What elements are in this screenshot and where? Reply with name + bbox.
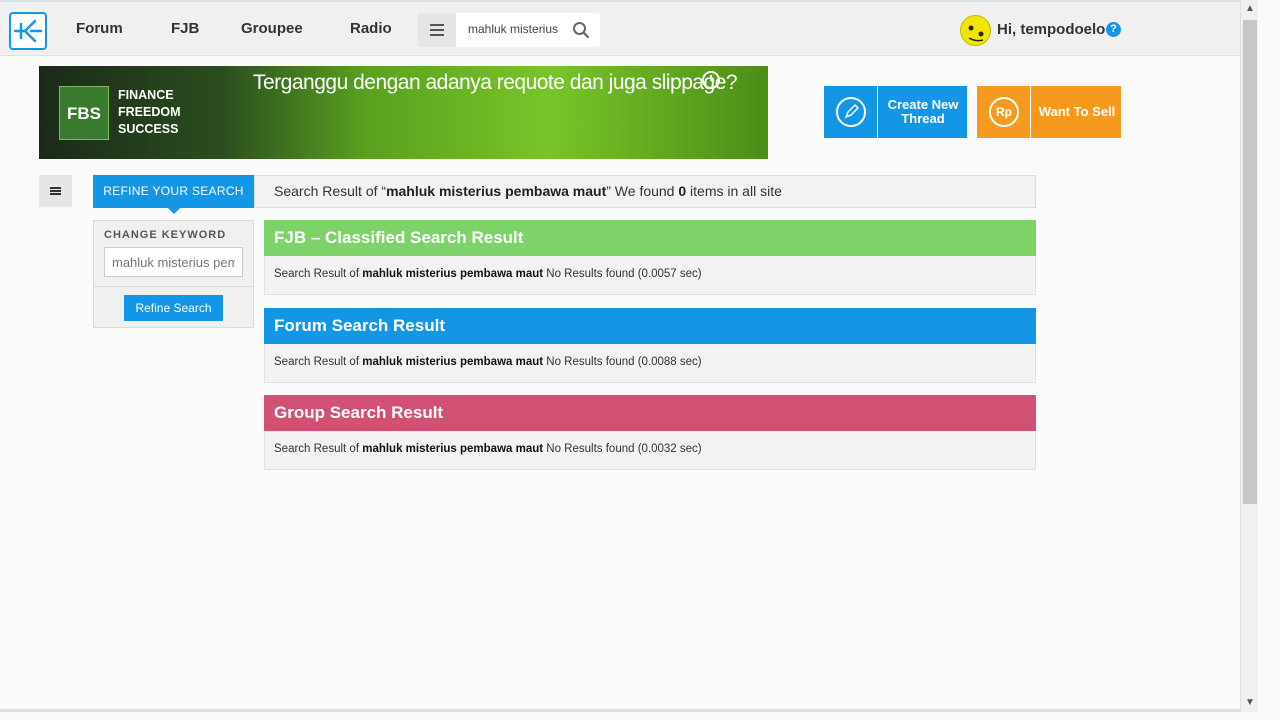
forum-result-block: Forum Search Result Search Result of mah… [264, 308, 1036, 383]
forum-result-body: Search Result of mahluk misterius pembaw… [264, 344, 1036, 383]
nav-forum[interactable]: Forum [76, 20, 123, 37]
tagline-line-2: FREEDOM [118, 105, 181, 119]
fbs-tagline: FINANCE FREEDOM SUCCESS [118, 87, 181, 138]
refine-search-button[interactable]: Refine Search [124, 295, 223, 321]
banner-slogan: Terganggu dengan adanya requote dan juga… [253, 71, 738, 94]
help-icon[interactable]: ? [1106, 22, 1121, 37]
avatar[interactable] [960, 15, 991, 46]
result-query: mahluk misterius pembawa maut [362, 268, 544, 280]
refine-panel: CHANGE KEYWORD Refine Search [93, 220, 254, 328]
create-new-thread-label: Create New Thread [887, 97, 959, 126]
group-result-body: Search Result of mahluk misterius pembaw… [264, 431, 1036, 470]
create-new-thread-button[interactable]: Create New Thread [824, 86, 967, 138]
nav-radio[interactable]: Radio [350, 20, 392, 37]
refine-your-search-tab[interactable]: REFINE YOUR SEARCH [93, 175, 254, 214]
want-to-sell-button[interactable]: Rp Want To Sell [977, 86, 1121, 138]
nav-groupee[interactable]: Groupee [241, 20, 303, 37]
scrollbar-thumb[interactable] [1243, 20, 1257, 504]
group-result-block: Group Search Result Search Result of mah… [264, 395, 1036, 470]
tagline-line-1: FINANCE [118, 88, 174, 102]
result-status: No Results found (0.0032 sec) [543, 443, 702, 455]
hamburger-menu-icon[interactable] [418, 13, 456, 47]
rupiah-icon-text: Rp [989, 97, 1019, 127]
fbs-brand: FBS FINANCE FREEDOM SUCCESS [59, 86, 215, 140]
fjb-result-block: FJB – Classified Search Result Search Re… [264, 220, 1036, 295]
change-keyword-label: CHANGE KEYWORD [104, 229, 227, 241]
pencil-icon [824, 86, 878, 138]
top-navbar: Forum FJB Groupee Radio Hi, tempodoelo ? [0, 0, 1240, 56]
nav-fjb[interactable]: FJB [171, 20, 199, 37]
result-status: No Results found (0.0057 sec) [543, 268, 702, 280]
rupiah-icon: Rp [977, 86, 1031, 138]
fjb-result-body: Search Result of mahluk misterius pembaw… [264, 256, 1036, 295]
page-scrollbar[interactable]: ▲ ▼ [1240, 0, 1258, 712]
bottom-border [0, 709, 1240, 712]
sidebar-toggle-icon[interactable] [39, 175, 72, 207]
result-prefix: Search Result of [274, 356, 363, 368]
summary-prefix: Search Result of “ [274, 183, 387, 199]
summary-suffix: items in all site [686, 183, 782, 199]
keyword-input[interactable] [104, 247, 243, 277]
scroll-down-arrow-icon[interactable]: ▼ [1241, 694, 1259, 712]
search-input[interactable] [468, 22, 558, 36]
result-prefix: Search Result of [274, 443, 363, 455]
group-result-title: Group Search Result [264, 395, 1036, 431]
kaskus-logo-icon[interactable] [9, 12, 47, 50]
result-status: No Results found (0.0088 sec) [543, 356, 702, 368]
search-box [456, 13, 600, 47]
search-summary: Search Result of “mahluk misterius pemba… [254, 175, 1036, 208]
result-prefix: Search Result of [274, 268, 363, 280]
divider [94, 286, 253, 287]
scroll-up-arrow-icon[interactable]: ▲ [1241, 0, 1259, 18]
result-query: mahluk misterius pembawa maut [362, 443, 544, 455]
clock-icon [702, 71, 720, 89]
summary-query: mahluk misterius pembawa maut [386, 183, 607, 199]
summary-middle: ” We found [606, 183, 679, 199]
user-greeting[interactable]: Hi, tempodoelo [997, 21, 1105, 38]
ad-banner[interactable]: FBS FINANCE FREEDOM SUCCESS Terganggu de… [39, 66, 768, 159]
tagline-line-3: SUCCESS [118, 122, 179, 136]
summary-count: 0 [678, 183, 687, 199]
result-query: mahluk misterius pembawa maut [362, 356, 544, 368]
fjb-result-title: FJB – Classified Search Result [264, 220, 1036, 256]
search-icon[interactable] [572, 21, 590, 39]
want-to-sell-label: Want To Sell [1038, 104, 1116, 119]
fbs-logo-box: FBS [59, 86, 109, 140]
forum-result-title: Forum Search Result [264, 308, 1036, 344]
